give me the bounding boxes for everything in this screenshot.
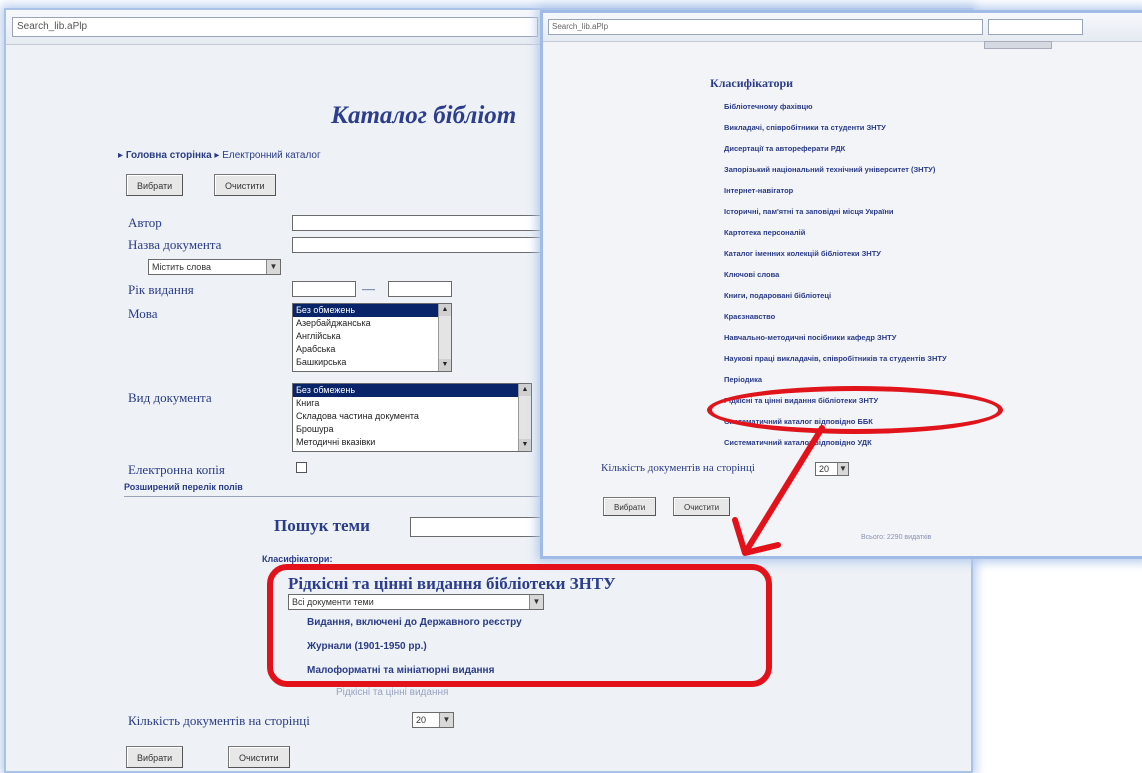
- pointer-arrow: [732, 425, 825, 556]
- arrow-shaft: [745, 425, 825, 551]
